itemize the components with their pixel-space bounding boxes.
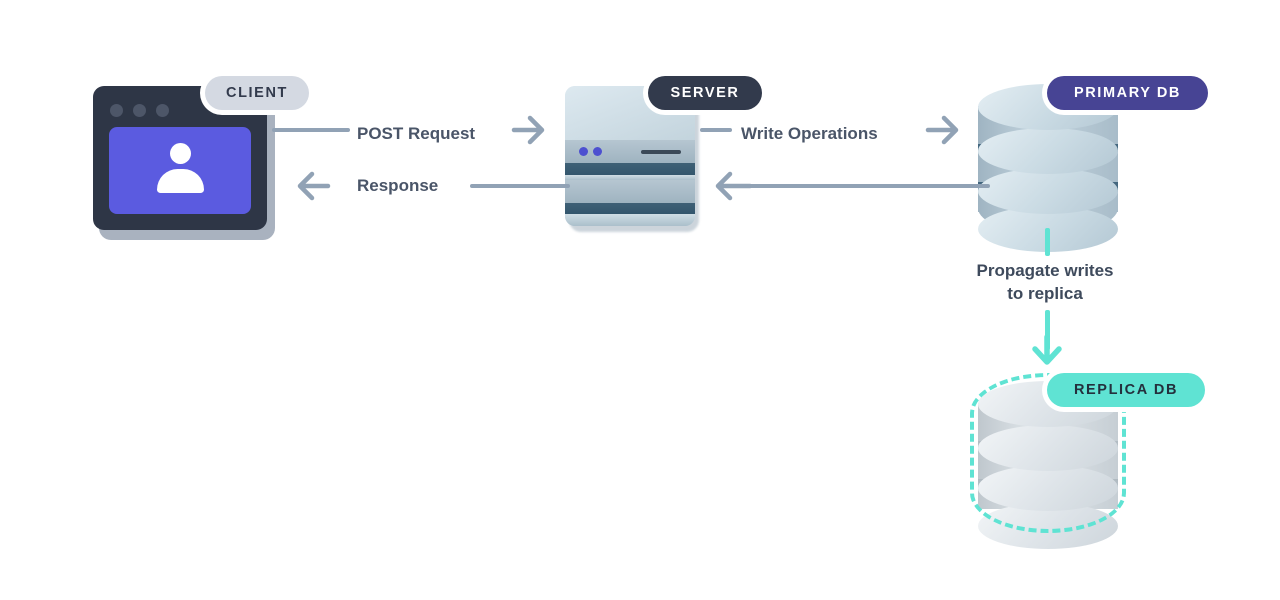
write-operations-label: Write Operations	[741, 124, 878, 143]
client-badge: CLIENT	[205, 76, 309, 110]
server-slot-icon	[641, 150, 681, 154]
response-arrow-icon	[297, 171, 331, 201]
response-label: Response	[357, 176, 439, 195]
db-disc-upper	[978, 128, 1118, 174]
db-response-line	[745, 184, 990, 188]
window-dot-icon	[110, 104, 123, 117]
server-led-icon	[579, 147, 588, 156]
window-dot-icon	[133, 104, 146, 117]
post-request-arrow-icon	[511, 115, 545, 145]
server-led-icon	[593, 147, 602, 156]
server-gap	[565, 214, 695, 226]
primary-db-badge-label: PRIMARY DB	[1073, 85, 1182, 101]
user-avatar-icon	[157, 169, 204, 193]
client-screen	[109, 127, 251, 214]
diagram-canvas: CLIENT SERVER PRIMARY DB REPLICA DB POST…	[0, 0, 1280, 600]
write-operations-line	[700, 128, 732, 132]
server-divider	[565, 203, 695, 214]
response-line	[470, 184, 570, 188]
client-badge-label: CLIENT	[226, 85, 288, 101]
db-disc-middle	[978, 168, 1118, 214]
post-request-label: POST Request	[357, 124, 476, 143]
server-badge: SERVER	[648, 76, 762, 110]
propagate-label-line2: to replica	[1007, 283, 1083, 303]
propagate-label-line1: Propagate writes	[976, 261, 1114, 280]
propagate-line-upper	[1045, 228, 1050, 256]
server-divider	[565, 163, 695, 175]
primary-db-badge: PRIMARY DB	[1047, 76, 1208, 110]
write-operations-arrow-icon	[925, 115, 959, 145]
window-dot-icon	[156, 104, 169, 117]
replica-db-badge-label: REPLICA DB	[1073, 382, 1179, 398]
server-unit	[565, 180, 695, 203]
propagate-arrow-icon	[1032, 334, 1062, 365]
post-request-line	[272, 128, 350, 132]
replica-db-badge: REPLICA DB	[1047, 373, 1205, 407]
user-avatar-icon	[170, 143, 191, 164]
propagate-label: Propagate writes to replica	[940, 260, 1150, 306]
server-badge-label: SERVER	[670, 85, 740, 101]
